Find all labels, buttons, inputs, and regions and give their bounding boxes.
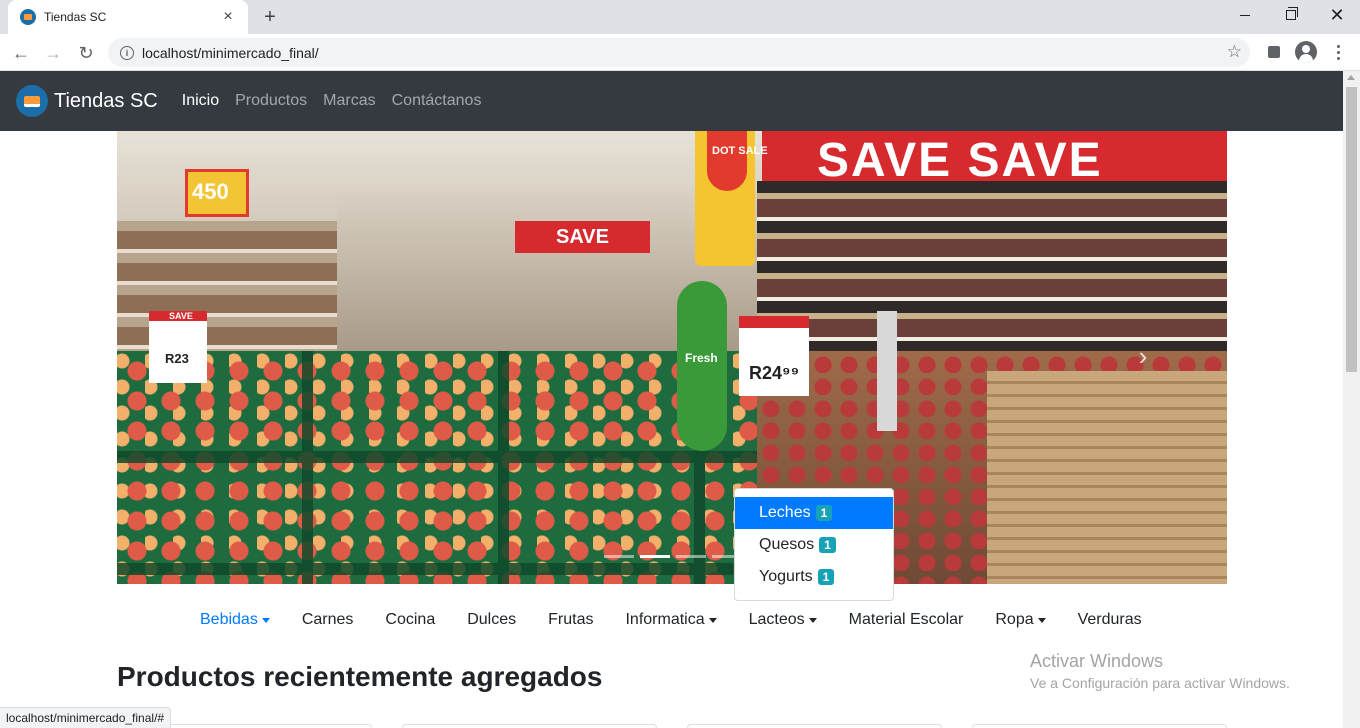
dropdown-item-quesos[interactable]: Quesos 1 (735, 529, 893, 561)
category-carnes[interactable]: Carnes (286, 611, 370, 629)
caret-down-icon (261, 617, 270, 623)
category-nav: Bebidas Carnes Cocina Dulces Frutas Info… (184, 606, 1158, 634)
scrollbar-thumb[interactable] (1346, 87, 1357, 372)
category-dulces[interactable]: Dulces (451, 611, 532, 629)
carousel-next-icon[interactable]: › (1123, 336, 1163, 376)
nav-link-marcas[interactable]: Marcas (323, 92, 375, 110)
dot-sale-text: DOT SALE (712, 145, 768, 157)
dropdown-item-leches[interactable]: Leches 1 (735, 497, 893, 529)
price-right-text: R24⁹⁹ (749, 363, 800, 383)
category-label: Informatica (625, 611, 705, 628)
address-bar[interactable]: i localhost/minimercado_final/ ☆ (108, 38, 1250, 67)
browser-tab[interactable]: Tiendas SC × (8, 0, 248, 34)
category-label: Lacteos (748, 611, 805, 628)
nav-link-inicio[interactable]: Inicio (182, 92, 219, 110)
save-small-text: SAVE (169, 311, 193, 321)
dropdown-item-yogurts[interactable]: Yogurts 1 (735, 561, 893, 593)
carousel-indicator[interactable] (604, 555, 634, 558)
brand-logo-icon[interactable] (16, 85, 48, 117)
count-badge: 1 (815, 505, 833, 521)
scroll-up-icon[interactable] (1347, 75, 1355, 80)
save-sign: SAVE (515, 221, 650, 253)
caret-down-icon (708, 617, 717, 623)
category-label: Cocina (385, 611, 436, 628)
forward-arrow-icon[interactable]: → (40, 40, 66, 66)
category-label: Material Escolar (848, 611, 964, 628)
save-banner-text: SAVE SAVE (817, 134, 1103, 187)
category-frutas[interactable]: Frutas (532, 611, 609, 629)
category-label: Ropa (995, 611, 1034, 628)
site-navbar: Tiendas SC Inicio Productos Marcas Contá… (0, 71, 1343, 131)
product-card[interactable] (402, 724, 657, 728)
page-scrollbar[interactable] (1343, 71, 1360, 728)
product-cards-row (117, 724, 1227, 728)
category-ropa[interactable]: Ropa (979, 611, 1061, 629)
restore-icon[interactable] (1268, 0, 1314, 30)
carousel-image-supermarket: SAVE SAVE SAVE DOT SALE 450 Fresh SAVE R… (117, 131, 1227, 584)
fresh-sign-text: Fresh (685, 351, 718, 365)
windows-activation-watermark: Activar Windows Ve a Configuración para … (1030, 651, 1290, 691)
browser-toolbar: ← → ↻ i localhost/minimercado_final/ ☆ (0, 34, 1360, 71)
watermark-line-1: Activar Windows (1030, 651, 1164, 671)
close-tab-icon[interactable]: × (220, 9, 236, 25)
profile-icon[interactable] (1295, 41, 1317, 63)
hero-carousel: SAVE SAVE SAVE DOT SALE 450 Fresh SAVE R… (117, 131, 1227, 584)
category-label: Frutas (548, 611, 594, 628)
new-tab-icon[interactable]: + (258, 5, 282, 29)
caret-down-icon (1037, 617, 1046, 623)
lacteos-dropdown-menu: Leches 1 Quesos 1 Yogurts 1 (734, 488, 894, 601)
extensions-icon[interactable] (1263, 41, 1285, 63)
category-label: Dulces (467, 611, 517, 628)
count-badge: 1 (817, 569, 835, 585)
tab-title: Tiendas SC (44, 10, 107, 24)
link-status-bar: localhost/minimercado_final/# (0, 707, 172, 728)
close-window-icon[interactable]: ✕ (1314, 0, 1360, 30)
category-bebidas[interactable]: Bebidas (184, 611, 286, 629)
site-favicon-icon (20, 9, 36, 25)
caret-down-icon (808, 617, 817, 623)
price-450-text: 450 (192, 179, 229, 204)
category-label: Bebidas (200, 611, 258, 628)
dropdown-item-label: Yogurts (759, 568, 813, 585)
category-label: Verduras (1077, 611, 1142, 628)
category-informatica[interactable]: Informatica (609, 611, 732, 629)
carousel-indicator-active[interactable] (640, 555, 670, 558)
browser-menu-icon[interactable] (1330, 41, 1346, 63)
nav-link-contactanos[interactable]: Contáctanos (392, 92, 482, 110)
category-lacteos[interactable]: Lacteos (733, 611, 833, 629)
section-title: Productos recientemente agregados (117, 661, 603, 692)
page-viewport: Tiendas SC Inicio Productos Marcas Contá… (0, 71, 1343, 728)
category-cocina[interactable]: Cocina (369, 611, 451, 629)
site-info-icon[interactable]: i (120, 45, 134, 60)
nav-link-productos[interactable]: Productos (235, 92, 307, 110)
url-text[interactable]: localhost/minimercado_final/ (142, 45, 319, 61)
carousel-indicator[interactable] (676, 555, 706, 558)
back-arrow-icon[interactable]: ← (8, 40, 34, 66)
carousel-prev-icon[interactable]: ‹ (179, 336, 219, 376)
count-badge: 1 (819, 537, 836, 553)
category-label: Carnes (301, 611, 354, 628)
bookmark-star-icon[interactable]: ☆ (1227, 42, 1242, 62)
category-material-escolar[interactable]: Material Escolar (833, 611, 980, 629)
minimize-icon[interactable] (1222, 0, 1268, 30)
brand-name[interactable]: Tiendas SC (54, 90, 158, 113)
dropdown-item-label: Quesos (759, 536, 815, 553)
watermark-line-2: Ve a Configuración para activar Windows. (1030, 675, 1290, 691)
category-verduras[interactable]: Verduras (1062, 611, 1158, 629)
browser-tab-bar: Tiendas SC × + ✕ (0, 0, 1360, 34)
product-card[interactable] (687, 724, 942, 728)
product-card[interactable] (972, 724, 1227, 728)
carousel-indicators (604, 555, 742, 558)
reload-icon[interactable]: ↻ (73, 40, 99, 66)
dropdown-item-label: Leches (759, 504, 811, 521)
